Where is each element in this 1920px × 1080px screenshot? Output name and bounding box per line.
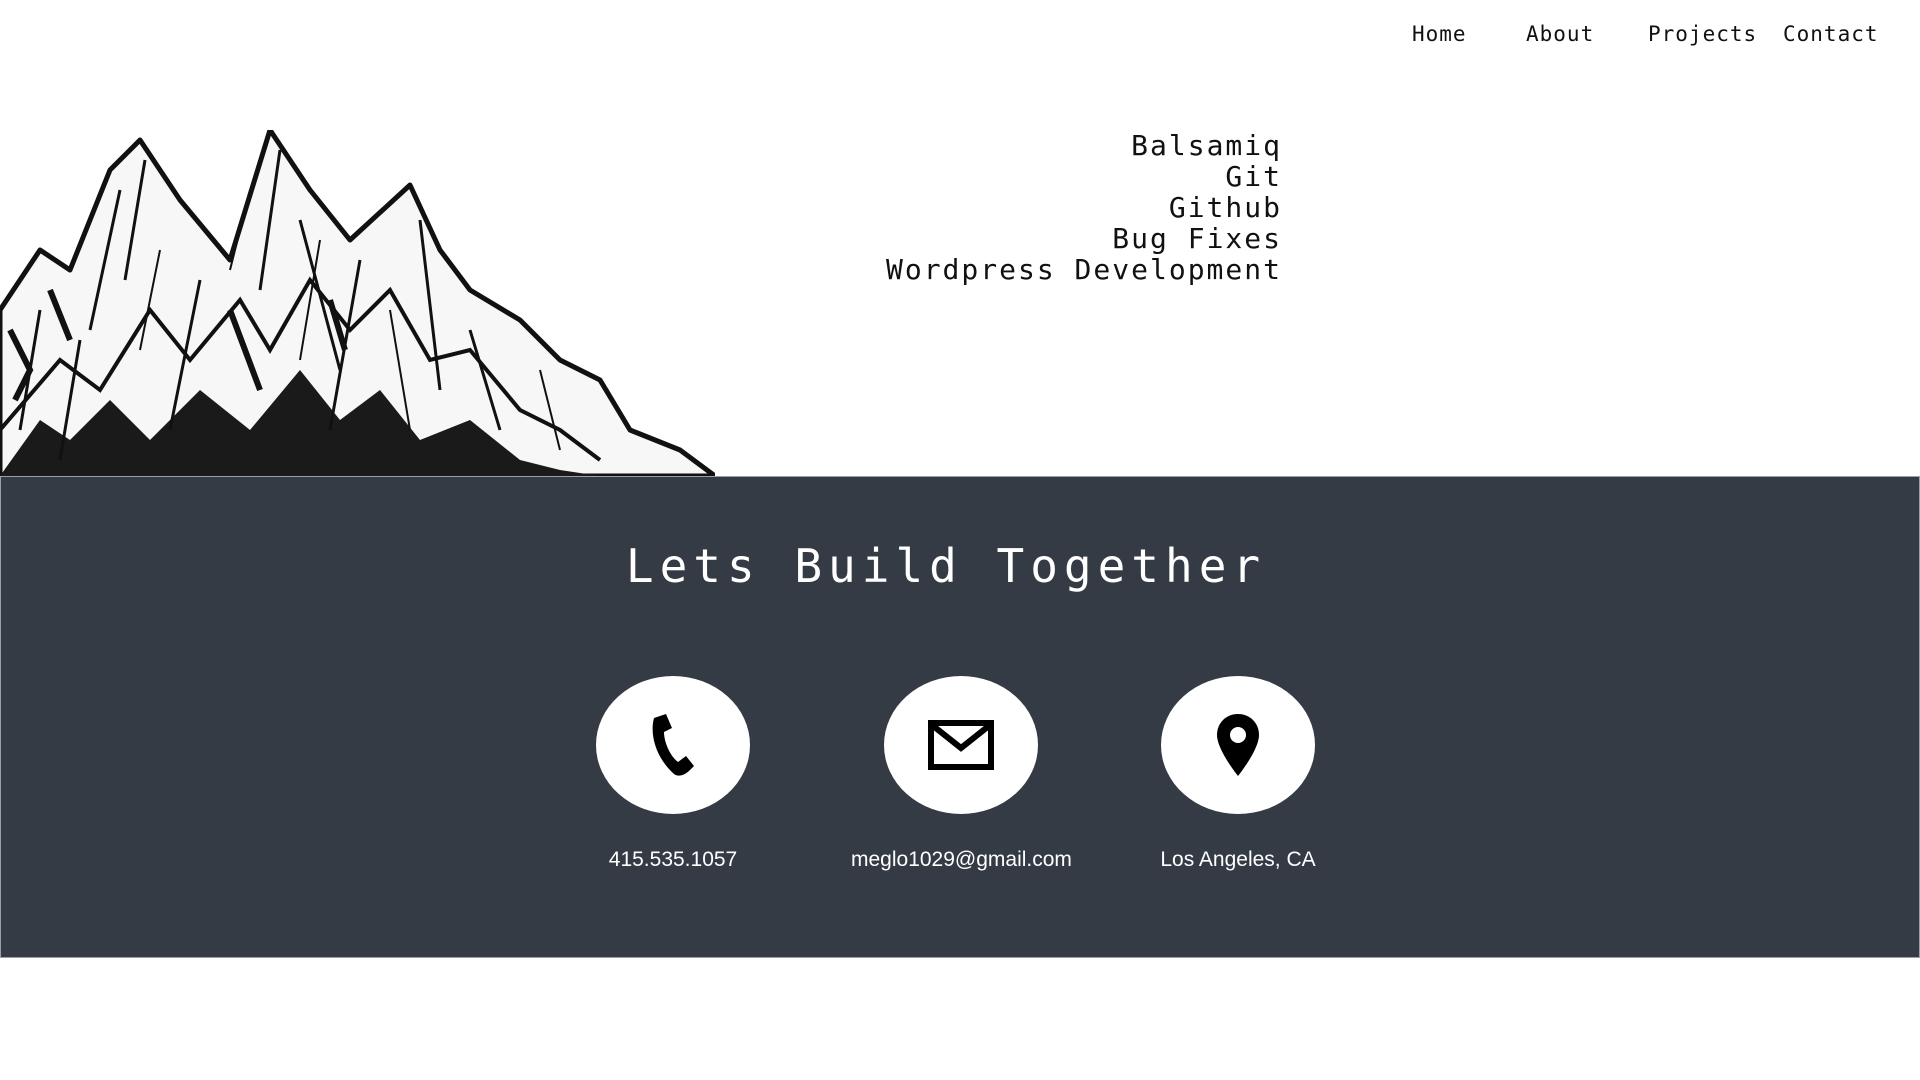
contact-section: Lets Build Together 415.535.1057 meglo10… (0, 476, 1920, 958)
skill-item: Wordpress Development (885, 253, 1282, 286)
nav-home-link[interactable]: Home (1412, 22, 1467, 46)
skills-list: Balsamiq Git Github Bug Fixes Wordpress … (682, 130, 1282, 285)
top-nav: Home About Projects Contact (0, 22, 1920, 52)
map-pin-icon (1217, 714, 1259, 776)
nav-projects-link[interactable]: Projects (1648, 22, 1757, 46)
nav-contact-link[interactable]: Contact (1783, 22, 1879, 46)
mountain-illustration (0, 130, 715, 476)
phone-number[interactable]: 415.535.1057 (563, 848, 783, 872)
skill-item: Git (1225, 160, 1282, 193)
envelope-icon-circle[interactable] (884, 676, 1038, 814)
contact-heading: Lets Build Together (625, 539, 1267, 593)
email-address[interactable]: meglo1029@gmail.com (851, 848, 1072, 872)
skill-item: Bug Fixes (1112, 222, 1282, 255)
phone-icon-circle[interactable] (596, 676, 750, 814)
contact-location[interactable]: Los Angeles, CA (1128, 676, 1348, 872)
contact-phone[interactable]: 415.535.1057 (563, 676, 783, 872)
nav-about-link[interactable]: About (1526, 22, 1594, 46)
phone-icon (652, 714, 694, 776)
contact-email[interactable]: meglo1029@gmail.com (851, 676, 1072, 872)
envelope-icon (928, 720, 994, 770)
map-pin-icon-circle[interactable] (1161, 676, 1315, 814)
skill-item: Balsamiq (1131, 129, 1282, 162)
location-text: Los Angeles, CA (1160, 848, 1316, 871)
skill-item: Github (1168, 191, 1282, 224)
